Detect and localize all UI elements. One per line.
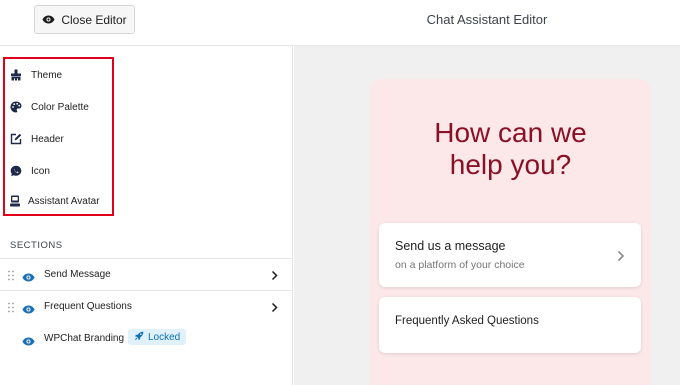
menu-item-header[interactable]: Header <box>9 131 64 147</box>
close-editor-button[interactable]: Close Editor <box>34 5 135 34</box>
faq-title: Frequently Asked Questions <box>395 315 539 327</box>
drag-handle-icon[interactable] <box>8 300 14 313</box>
chat-widget-preview: How can we help you? Send us a message o… <box>370 79 651 385</box>
section-wpchat-branding: WPChat Branding Locked <box>0 323 293 353</box>
rocket-icon <box>134 331 144 344</box>
menu-label-icon: Icon <box>31 165 50 177</box>
chat-preview-area: How can we help you? Send us a message o… <box>294 46 680 385</box>
chevron-right-icon[interactable] <box>271 268 278 286</box>
section-frequent-questions[interactable]: Frequent Questions <box>0 291 293 321</box>
menu-label-color-palette: Color Palette <box>31 101 89 113</box>
edit-icon <box>9 133 22 146</box>
send-message-title: Send us a message <box>395 239 506 253</box>
menu-item-icon[interactable]: Icon <box>9 163 50 179</box>
locked-label: Locked <box>148 331 181 343</box>
close-editor-label: Close Editor <box>61 12 127 27</box>
section-send-message[interactable]: Send Message <box>0 259 293 289</box>
drag-handle-icon[interactable] <box>8 268 14 281</box>
eye-icon <box>42 15 55 24</box>
brush-icon <box>9 69 22 82</box>
editor-title: Chat Assistant Editor <box>426 12 548 27</box>
section-label-wpchat-branding: WPChat Branding <box>44 332 125 344</box>
send-message-card[interactable]: Send us a message on a platform of your … <box>379 223 641 287</box>
chevron-right-icon[interactable] <box>271 300 278 318</box>
visibility-eye-icon[interactable] <box>22 269 35 287</box>
menu-label-header: Header <box>31 133 64 145</box>
avatar-icon <box>8 195 21 208</box>
chat-heading: How can we help you? <box>370 117 651 181</box>
section-label-frequent-questions: Frequent Questions <box>44 300 132 312</box>
sidebar: Theme Color Palette Header Icon Assistan… <box>0 46 293 385</box>
section-label-send-message: Send Message <box>44 268 111 280</box>
chat-icon <box>9 165 22 178</box>
palette-icon <box>9 101 22 114</box>
chat-heading-line-1: How can we <box>434 117 587 148</box>
sections-heading: SECTIONS <box>10 240 63 251</box>
menu-label-assistant-avatar: Assistant Avatar <box>28 195 100 207</box>
menu-label-theme: Theme <box>31 69 63 81</box>
faq-card[interactable]: Frequently Asked Questions <box>379 297 641 353</box>
editor-topbar: Close Editor Chat Assistant Editor <box>0 0 680 46</box>
menu-item-assistant-avatar[interactable]: Assistant Avatar <box>8 193 100 209</box>
visibility-eye-icon[interactable] <box>22 333 35 351</box>
menu-item-theme[interactable]: Theme <box>9 67 62 83</box>
chat-heading-line-2: help you? <box>449 149 572 180</box>
menu-item-color-palette[interactable]: Color Palette <box>9 99 89 115</box>
locked-badge: Locked <box>128 329 187 345</box>
chevron-right-icon <box>617 249 625 267</box>
visibility-eye-icon[interactable] <box>22 301 35 319</box>
send-message-subtitle: on a platform of your choice <box>395 259 525 271</box>
